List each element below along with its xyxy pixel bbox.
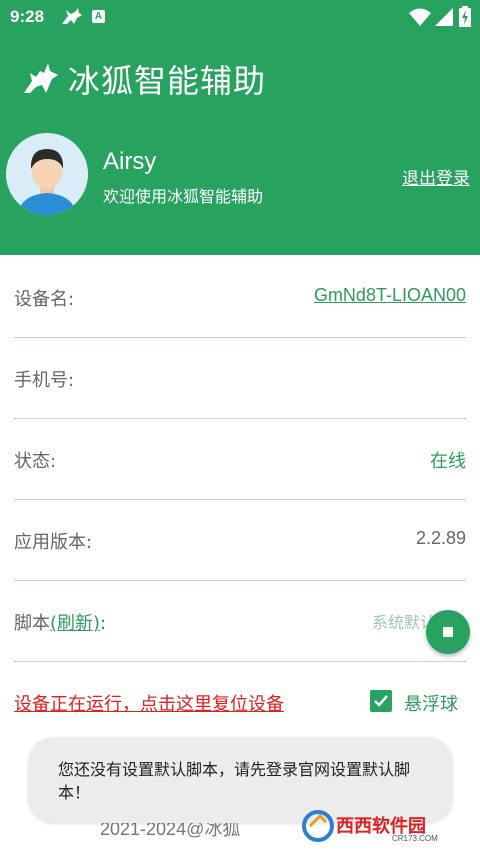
- wifi-icon: [409, 8, 431, 26]
- toast-text: 您还没有设置默认脚本，请先登录官网设置默认脚本！: [58, 760, 411, 802]
- battery-charging-icon: [459, 6, 471, 27]
- user-name: Airsy: [103, 148, 157, 175]
- status-label: 状态:: [14, 451, 57, 472]
- profile-header: 冰狐智能辅助 Airsy 欢迎使用冰狐智能辅助 退出登录: [0, 34, 480, 255]
- version-value: 2.2.89: [415, 528, 466, 548]
- logout-link[interactable]: 退出登录: [402, 164, 470, 189]
- site-watermark-logo: 西西软件园 CR173.COM: [302, 810, 438, 843]
- signal-icon: [435, 8, 453, 26]
- reset-device-link[interactable]: 设备正在运行，点击这里复位设备: [14, 690, 284, 716]
- status-row: 状态: 在线: [14, 419, 466, 500]
- device-name-label: 设备名:: [14, 289, 75, 310]
- fox-logo-icon: [24, 63, 58, 93]
- device-name-row: 设备名: GmNd8T-LIOAN00: [14, 257, 466, 338]
- version-label: 应用版本:: [14, 532, 93, 553]
- status-time: 9:28: [10, 7, 45, 26]
- status-bar: 9:28 A: [0, 0, 480, 34]
- welcome-message: 欢迎使用冰狐智能辅助: [103, 187, 264, 206]
- avatar[interactable]: [6, 133, 88, 215]
- user-avatar-icon: [6, 133, 88, 215]
- script-label-group: 脚本(刷新):: [14, 609, 106, 635]
- stop-icon: [443, 627, 453, 637]
- watermark-domain: CR173.COM: [392, 834, 438, 843]
- phone-row: 手机号:: [14, 338, 466, 419]
- refresh-script-link[interactable]: (刷新): [50, 613, 100, 634]
- fox-icon: [62, 8, 82, 24]
- script-row: 脚本(刷新): 系统默认脚: [14, 581, 466, 662]
- a-notification-icon: A: [92, 10, 105, 23]
- floating-ball-checkbox[interactable]: [370, 690, 392, 712]
- script-colon: :: [100, 613, 107, 634]
- phone-label: 手机号:: [14, 370, 75, 391]
- floating-ball-label: 悬浮球: [404, 694, 458, 715]
- floating-stop-button[interactable]: [426, 610, 470, 654]
- checkmark-icon: [374, 695, 388, 707]
- status-value: 在线: [430, 451, 466, 471]
- device-name-value[interactable]: GmNd8T-LIOAN00: [314, 285, 466, 306]
- app-title: 冰狐智能辅助: [68, 62, 267, 100]
- version-row: 应用版本: 2.2.89: [14, 500, 466, 581]
- script-label: 脚本: [14, 613, 50, 634]
